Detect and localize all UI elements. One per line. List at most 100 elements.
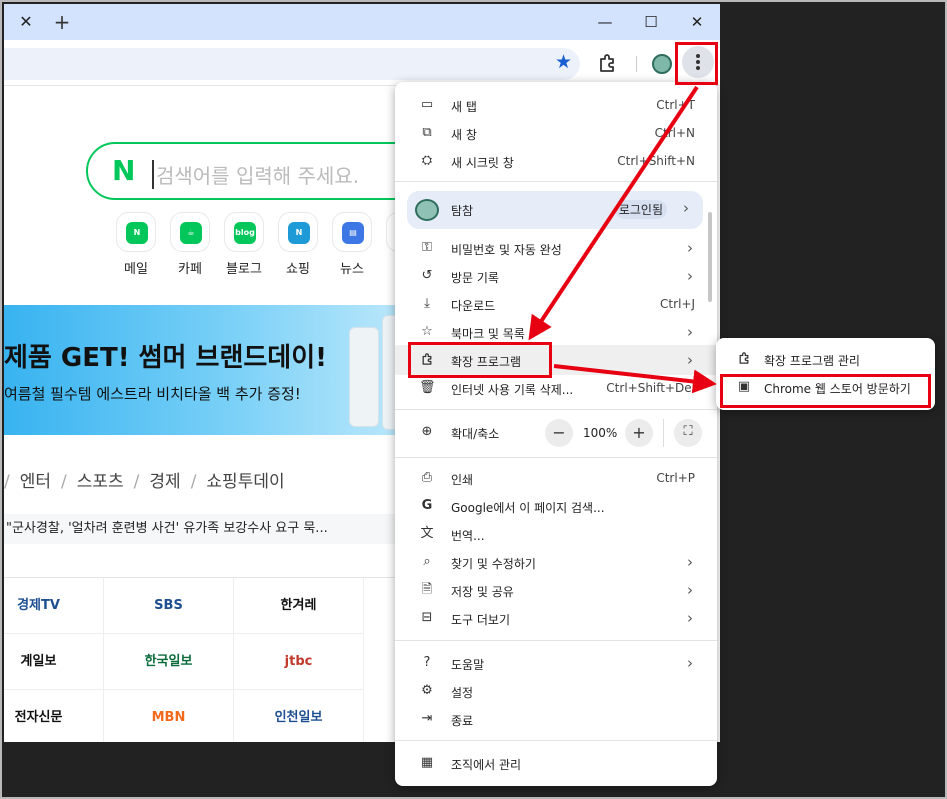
help-icon: ? [423,655,431,670]
menu-item-label: 설정 [451,686,474,700]
service-cafe[interactable]: ☕ 카페 [166,212,214,277]
search-input[interactable]: 검색어를 입력해 주세요. [152,160,359,189]
menu-item-save-share[interactable]: 🗎 저장 및 공유 › [395,577,717,605]
zoom-separator [663,419,664,447]
menu-item-history[interactable]: ↺ 방문 기록 › [395,263,717,291]
press-logo[interactable]: SBS [104,578,234,634]
new-tab-icon: ▭ [420,97,434,112]
service-mail[interactable]: N 메일 [112,212,160,277]
menu-item-label: 종료 [451,714,474,728]
highlight-menu-button [675,42,718,85]
minimize-button[interactable]: — [582,8,628,36]
press-logo[interactable]: 경제TV [4,578,104,634]
chevron-right-icon: › [687,609,693,627]
banner-title: 제품 GET! 썸머 브랜드데이! [4,343,327,373]
menu-item-label: 북마크 및 목록 [451,327,525,341]
chevron-right-icon: › [687,351,693,369]
ad-banner[interactable]: 제품 GET! 썸머 브랜드데이! 여름철 필수템 에스트라 비치타올 백 추가… [4,305,414,435]
menu-item-label: 비밀번호 및 자동 완성 [451,243,562,257]
translate-icon: 文 [420,526,434,541]
screenshot-frame: ✕ + — ☐ ✕ ★ N 검색어를 입력해 주세요. N 메일 ☕ 카페 bl… [0,0,947,799]
menu-item-label: 찾기 및 수정하기 [451,557,536,571]
zoom-out-button[interactable]: − [545,419,573,447]
menu-item-help[interactable]: ? 도움말 › [395,650,717,678]
address-bar[interactable]: ★ [4,48,580,80]
product-image [349,327,379,427]
toolbar-separator [636,56,637,72]
service-glyph: N [288,222,310,244]
service-news[interactable]: ▤ 뉴스 [328,212,376,277]
press-logo[interactable]: 한겨레 [234,578,364,634]
nav-link[interactable]: 쇼핑투데이 [206,472,284,492]
mail-icon: N [116,212,156,252]
press-logo[interactable]: 인천일보 [234,690,364,742]
press-logo[interactable]: 전자신문 [4,690,104,742]
press-logo[interactable]: 계일보 [4,634,104,690]
service-shopping[interactable]: N 쇼핑 [274,212,322,277]
fullscreen-button[interactable]: ⛶ [674,419,702,447]
service-blog[interactable]: blog 블로그 [220,212,268,277]
menu-item-clear-history[interactable]: 🗑 인터넷 사용 기록 삭제... Ctrl+Shift+Del [395,375,717,403]
menu-item-new-window[interactable]: ⧉ 새 창 Ctrl+N [395,120,717,148]
menu-item-label: 확장 프로그램 관리 [764,354,860,368]
service-label: 카페 [178,262,202,277]
menu-item-shortcut: Ctrl+N [654,126,695,140]
menu-item-more-tools[interactable]: ⊟ 도구 더보기 › [395,605,717,633]
tab-close-button[interactable]: ✕ [14,10,38,34]
menu-divider [395,181,717,182]
service-label: 쇼핑 [286,262,310,277]
menu-item-incognito[interactable]: ⛭ 새 시크릿 창 Ctrl+Shift+N [395,148,717,176]
menu-item-shortcut: Ctrl+J [660,297,695,311]
menu-item-passwords[interactable]: ⚿ 비밀번호 및 자동 완성 › [395,235,717,263]
menu-item-settings[interactable]: ⚙ 설정 [395,678,717,706]
submenu-item-manage-extensions[interactable]: 확장 프로그램 관리 [716,346,935,374]
menu-item-find[interactable]: ⌕ 찾기 및 수정하기 › [395,549,717,577]
press-logo[interactable]: 한국일보 [104,634,234,690]
news-ticker[interactable]: "군사경찰, '얼차려 훈련병 사건' 유가족 보강수사 요구 묵... [4,514,404,544]
zoom-icon: ⊕ [421,424,433,439]
trash-icon: 🗑 [419,380,436,395]
maximize-button[interactable]: ☐ [628,8,674,36]
naver-logo[interactable]: N [112,154,135,187]
menu-item-label: Google에서 이 페이지 검색... [451,501,605,515]
extensions-puzzle-icon[interactable] [596,52,618,74]
zoom-in-button[interactable]: + [625,419,653,447]
service-label: 블로그 [226,262,262,277]
download-icon: ⤓ [424,296,430,311]
new-tab-button[interactable]: + [50,10,74,34]
bookmark-star-icon[interactable]: ★ [555,51,572,73]
menu-item-google-search[interactable]: G Google에서 이 페이지 검색... [395,493,717,521]
press-logo[interactable]: jtbc [234,634,364,690]
nav-link[interactable]: 경제 [149,472,180,492]
press-logo[interactable]: MBN [104,690,234,742]
highlight-web-store-item [720,374,931,408]
incognito-icon: ⛭ [421,153,433,168]
naver-search-box[interactable]: N 검색어를 입력해 주세요. [86,142,426,200]
close-window-button[interactable]: ✕ [674,8,720,36]
menu-item-exit[interactable]: ⇥ 종료 [395,706,717,734]
service-label: 메일 [124,262,148,277]
menu-item-managed-by-org[interactable]: ▦ 조직에서 관리 [395,750,717,778]
menu-profile-row[interactable]: 탐참 로그인됨 › [407,191,703,229]
google-icon: G [421,498,433,513]
find-icon: ⌕ [423,554,431,569]
menu-item-shortcut: Ctrl+Shift+N [617,154,695,168]
menu-item-label: 도움말 [451,658,485,672]
service-glyph: N [126,222,148,244]
menu-item-label: 번역... [451,529,485,543]
service-glyph: ☕ [180,222,202,244]
nav-link[interactable]: 엔터 [20,472,51,492]
profile-avatar [415,199,439,221]
nav-link[interactable]: 스포츠 [77,472,124,492]
menu-item-label: 방문 기록 [451,271,499,285]
tab-strip: ✕ + — ☐ ✕ [4,4,720,40]
menu-item-label: 인터넷 사용 기록 삭제... [451,383,574,397]
menu-item-translate[interactable]: 文 번역... [395,521,717,549]
menu-item-print[interactable]: ⎙ 인쇄 Ctrl+P [395,465,717,493]
menu-item-downloads[interactable]: ⤓ 다운로드 Ctrl+J [395,291,717,319]
menu-item-shortcut: Ctrl+P [656,471,695,485]
menu-item-new-tab[interactable]: ▭ 새 탭 Ctrl+T [395,92,717,120]
cafe-icon: ☕ [170,212,210,252]
profile-avatar[interactable] [652,54,672,74]
key-icon: ⚿ [422,240,432,255]
